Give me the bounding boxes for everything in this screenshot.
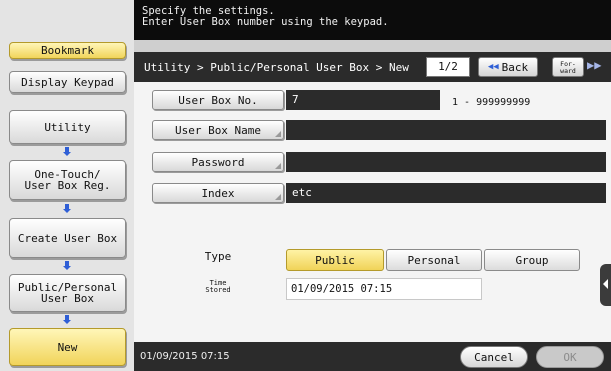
nav-utility-label: Utility: [44, 120, 91, 134]
time-stored-label: Time Stored: [205, 279, 231, 294]
main-area: Utility > Public/Personal User Box > New…: [134, 40, 611, 371]
index-field[interactable]: etc: [286, 183, 606, 203]
password-field[interactable]: [286, 152, 606, 172]
back-label: Back: [501, 60, 529, 74]
forward-arrow-icon: ▶▶: [587, 58, 602, 72]
type-group-button[interactable]: Group: [484, 249, 580, 271]
type-label: Type: [204, 250, 232, 263]
user-box-no-range: 1 - 999999999: [452, 97, 531, 108]
footer-bar: 01/09/2015 07:15 Cancel OK: [134, 342, 611, 371]
cancel-button[interactable]: Cancel: [460, 346, 528, 368]
expand-panel-tab[interactable]: [600, 264, 611, 306]
password-label: Password: [191, 155, 245, 169]
nav-new-label: New: [57, 340, 78, 354]
bookmark-button[interactable]: Bookmark: [9, 42, 126, 59]
expand-panel-icon: [603, 279, 608, 289]
user-box-no-label: User Box No.: [178, 93, 258, 107]
down-arrow-icon: [63, 261, 71, 270]
breadcrumb: Utility > Public/Personal User Box > New: [144, 61, 409, 74]
corner-indicator-icon: [275, 163, 281, 169]
corner-indicator-icon: [275, 194, 281, 200]
user-box-name-label: User Box Name: [174, 123, 262, 137]
nav-one-touch-label: One-Touch/ User Box Reg.: [24, 168, 111, 192]
nav-public-personal-button[interactable]: Public/Personal User Box: [9, 274, 126, 312]
nav-new-button[interactable]: New: [9, 328, 126, 366]
nav-utility-button[interactable]: Utility: [9, 110, 126, 144]
type-personal-button[interactable]: Personal: [386, 249, 482, 271]
header-bar: Utility > Public/Personal User Box > New…: [134, 52, 611, 82]
user-box-no-button[interactable]: User Box No.: [152, 90, 284, 110]
back-arrow-icon: ◀◀: [487, 62, 499, 72]
password-button[interactable]: Password: [152, 152, 284, 172]
down-arrow-icon: [63, 204, 71, 213]
ok-button[interactable]: OK: [536, 346, 604, 368]
message-line-2: Enter User Box number using the keypad.: [142, 16, 389, 28]
page-indicator: 1/2: [426, 57, 470, 77]
down-arrow-icon: [63, 147, 71, 156]
message-area: Specify the settings. Enter User Box num…: [134, 0, 611, 40]
nav-public-personal-label: Public/Personal User Box: [17, 281, 118, 305]
display-keypad-button[interactable]: Display Keypad: [9, 71, 126, 93]
down-arrow-icon: [63, 315, 71, 324]
bookmark-label: Bookmark: [41, 44, 94, 57]
nav-one-touch-button[interactable]: One-Touch/ User Box Reg.: [9, 160, 126, 200]
forward-button[interactable]: For- ward: [552, 57, 584, 77]
type-public-button[interactable]: Public: [286, 249, 384, 271]
index-label: Index: [201, 186, 235, 200]
time-stored-value: 01/09/2015 07:15: [286, 278, 482, 300]
corner-indicator-icon: [275, 131, 281, 137]
nav-create-user-box-button[interactable]: Create User Box: [9, 218, 126, 258]
back-button[interactable]: ◀◀ Back: [478, 57, 538, 77]
user-box-name-field[interactable]: [286, 120, 606, 140]
sidebar: Bookmark Display Keypad Utility One-Touc…: [0, 0, 134, 371]
settings-panel: User Box No. 7 1 - 999999999 User Box Na…: [134, 82, 611, 342]
index-button[interactable]: Index: [152, 183, 284, 203]
display-keypad-label: Display Keypad: [21, 75, 114, 89]
clock-display: 01/09/2015 07:15: [140, 351, 230, 362]
user-box-name-button[interactable]: User Box Name: [152, 120, 284, 140]
user-box-no-field[interactable]: 7: [286, 90, 440, 110]
nav-create-user-box-label: Create User Box: [17, 231, 118, 245]
